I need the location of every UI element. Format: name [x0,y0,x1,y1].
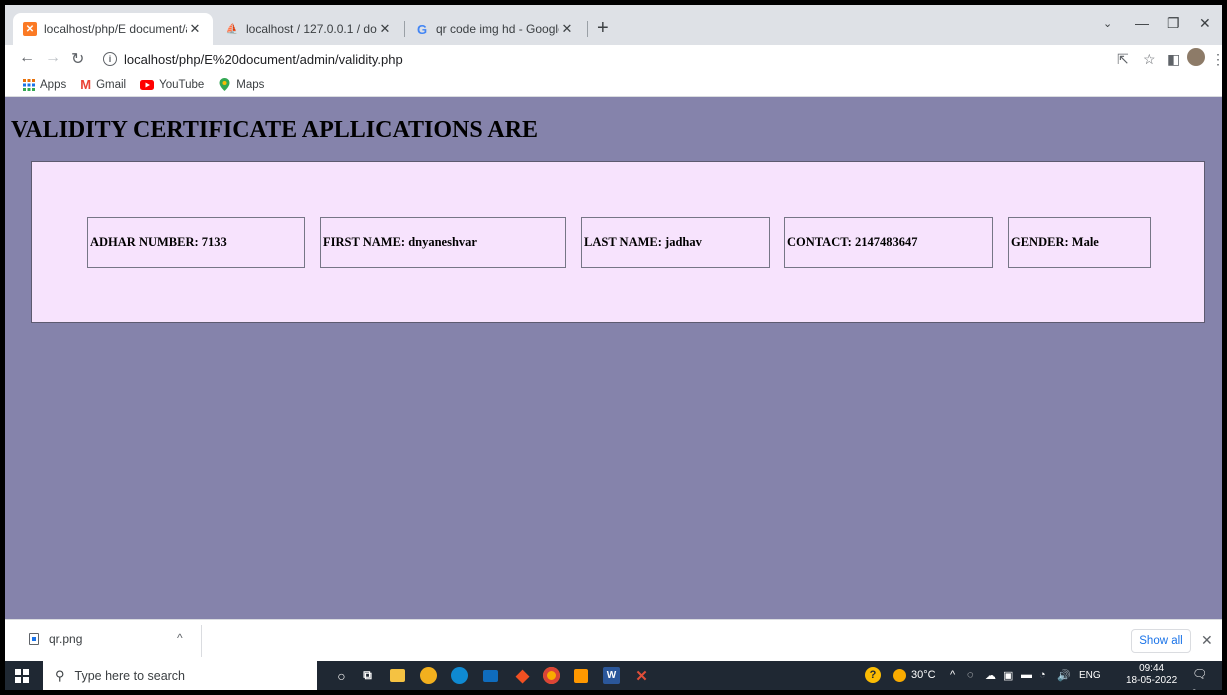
office-icon[interactable]: ◆ [514,666,531,685]
language-indicator[interactable]: ENG [1079,670,1101,681]
close-tab-icon[interactable]: ✕ [187,21,203,37]
menu-dots-icon[interactable]: ⋮ [1211,51,1222,68]
download-item[interactable]: qr.png [29,632,82,646]
notification-icon[interactable]: 🗨2 [1192,667,1208,690]
gender-field: GENDER: Male [1008,217,1151,268]
mail-icon[interactable] [483,670,498,682]
adhar-number-field: ADHAR NUMBER: 7133 [87,217,305,268]
youtube-icon [140,79,155,90]
screen: ✕ localhost/php/E document/admi ✕ ⛵ loca… [5,5,1222,690]
taskbar-search[interactable]: ⚲ Type here to search [43,661,317,690]
display-icon[interactable]: ▣ [1003,669,1013,682]
volume-icon[interactable]: 🔊 [1057,669,1071,682]
apps-grid-icon [23,78,35,91]
share-icon[interactable]: ⇱ [1117,51,1129,68]
bookmarks-bar: Apps M Gmail YouTube Maps [5,73,1222,97]
minimize-icon[interactable]: — [1135,15,1149,31]
forward-arrow-icon[interactable]: → [45,49,61,67]
maps-icon [218,78,231,91]
contact-field: CONTACT: 2147483647 [784,217,993,268]
bookmark-gmail[interactable]: M Gmail [80,77,126,92]
edge-icon[interactable] [451,667,468,684]
tab-phpmyadmin[interactable]: ⛵ localhost / 127.0.0.1 / document ✕ [215,13,403,45]
taskbar: ⚲ Type here to search ○ ⧉ ◆ W ✕ ? 30°C ^… [5,661,1222,690]
cortana-icon[interactable]: ○ [333,667,350,684]
chrome-icon[interactable] [543,667,560,684]
google-icon: G [416,21,428,37]
clock-time: 09:44 [1139,663,1165,674]
clock-date: 18-05-2022 [1126,675,1178,686]
chevron-up-tray-icon[interactable]: ^ [950,669,955,681]
taskbar-clock[interactable]: 09:44 18-05-2022 [1126,663,1177,687]
url-text[interactable]: localhost/php/E%20document/admin/validit… [124,52,403,67]
downloads-bar: qr.png ^ Show all ✕ [5,619,1222,661]
close-downloads-icon[interactable]: ✕ [1201,632,1213,649]
weather-temperature[interactable]: 30°C [911,669,936,681]
tab-separator [587,21,588,37]
back-arrow-icon[interactable]: ← [19,49,35,67]
battery-icon[interactable]: ▬ [1021,669,1032,681]
info-icon[interactable]: i [103,52,117,66]
show-all-button[interactable]: Show all [1131,629,1191,653]
phpmyadmin-icon: ⛵ [225,23,239,35]
browser-toolbar: ← → ↻ i localhost/php/E%20document/admin… [5,45,1222,73]
word-icon[interactable]: W [603,667,620,684]
restore-icon[interactable]: ❐ [1167,15,1180,32]
tab-validity[interactable]: ✕ localhost/php/E document/admi ✕ [13,13,213,45]
first-name-field: FIRST NAME: dnyaneshvar [320,217,566,268]
network-icon[interactable]: ◌ [967,669,974,681]
tab-strip: ✕ localhost/php/E document/admi ✕ ⛵ loca… [5,5,1222,45]
address-bar[interactable]: i localhost/php/E%20document/admin/valid… [103,47,1203,71]
gmail-icon: M [80,77,92,92]
chrome-canary-icon[interactable] [420,667,437,684]
last-name-field: LAST NAME: jadhav [581,217,770,268]
windows-start-icon[interactable] [15,669,29,683]
close-tab-icon[interactable]: ✕ [559,21,575,37]
page-title: VALIDITY CERTIFICATE APLLICATIONS ARE [11,117,539,143]
bookmark-star-icon[interactable]: ☆ [1143,51,1156,68]
sublime-text-icon[interactable] [574,669,588,683]
xampp-icon: ✕ [23,22,37,36]
close-tab-icon[interactable]: ✕ [377,21,393,37]
wifi-icon[interactable]: ◔ [1039,669,1046,681]
close-window-icon[interactable]: ✕ [1199,15,1211,32]
weather-sun-icon [893,669,906,682]
new-tab-button[interactable]: + [597,18,609,38]
download-file-name: qr.png [49,632,83,646]
task-view-icon[interactable]: ⧉ [359,667,376,684]
file-explorer-icon[interactable] [390,669,405,682]
help-icon[interactable]: ? [865,667,881,683]
profile-avatar[interactable] [1187,48,1205,66]
application-panel: ADHAR NUMBER: 7133 FIRST NAME: dnyaneshv… [31,161,1205,323]
chevron-up-icon[interactable]: ^ [177,631,183,645]
side-panel-icon[interactable]: ◧ [1167,51,1180,68]
search-icon: ⚲ [55,667,65,683]
xampp-taskbar-icon[interactable]: ✕ [633,667,650,685]
bookmark-apps[interactable]: Apps [23,78,66,91]
tab-search-icon[interactable]: ⌄ [1103,17,1112,30]
divider [201,625,202,657]
page-content: VALIDITY CERTIFICATE APLLICATIONS ARE AD… [5,97,1222,619]
bookmark-youtube[interactable]: YouTube [140,79,204,91]
image-file-icon [29,633,39,645]
reload-icon[interactable]: ↻ [71,49,84,69]
onedrive-cloud-icon[interactable]: ☁ [985,669,996,682]
bookmark-maps[interactable]: Maps [218,78,264,91]
tab-google-search[interactable]: G qr code img hd - Google Search ✕ [405,13,585,45]
